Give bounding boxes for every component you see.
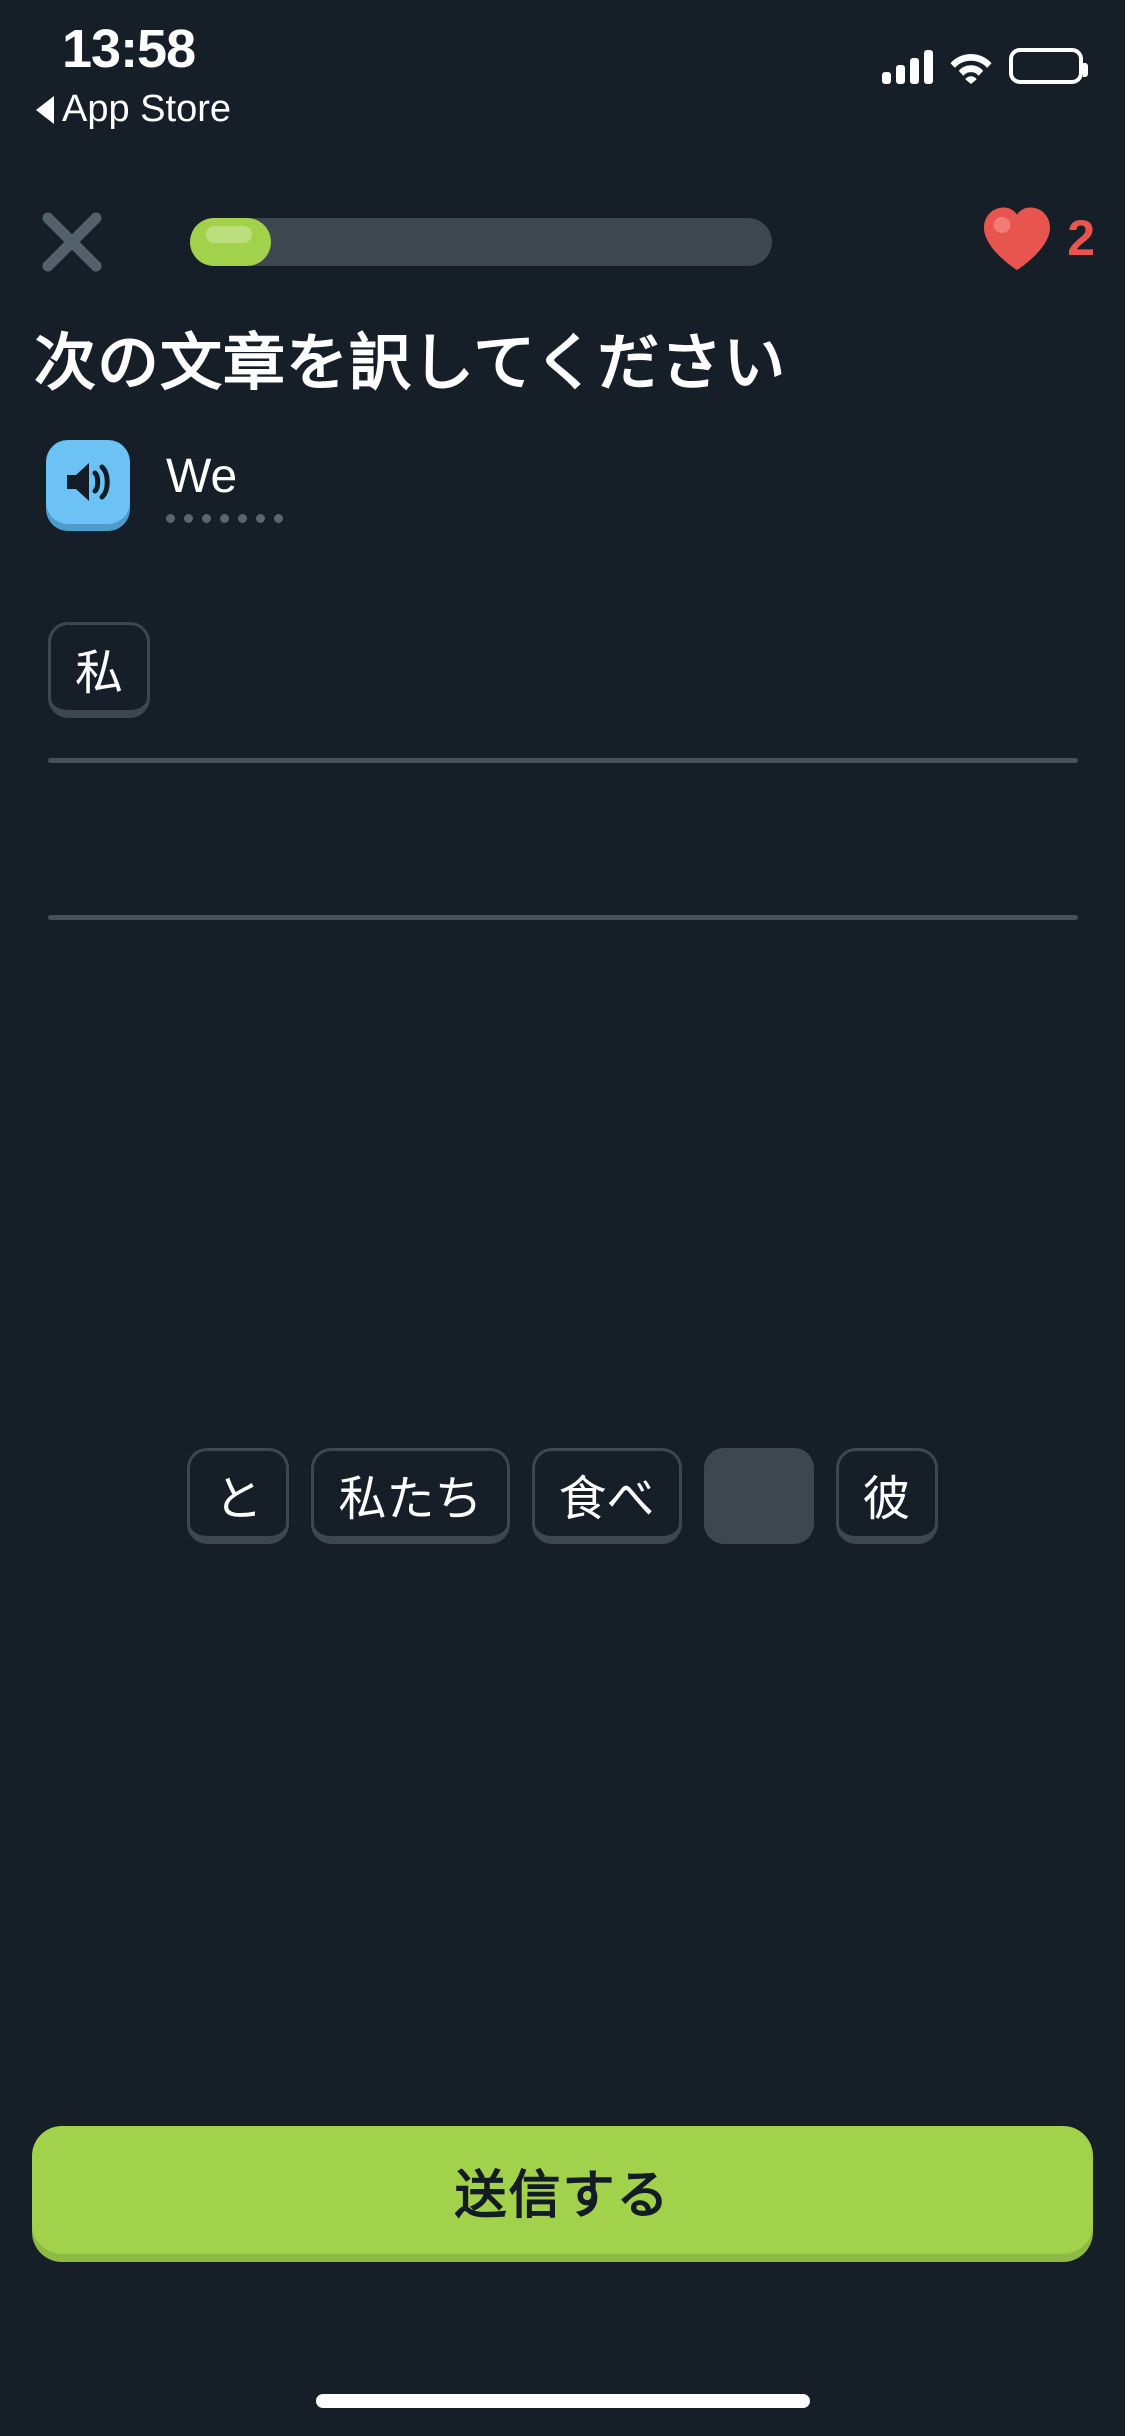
word-bank: と私たち 食べ 彼 (0, 1448, 1125, 1544)
answer-tile[interactable]: 私 (48, 622, 151, 718)
heart-icon (981, 204, 1053, 272)
home-indicator[interactable] (315, 2394, 810, 2408)
triangle-left-icon (36, 95, 54, 124)
word-bank-tile-used (703, 1448, 814, 1544)
hearts-counter[interactable]: 2 (981, 204, 1095, 272)
source-text-hint-underline (166, 514, 283, 524)
hint-dot (238, 514, 247, 524)
hint-dot (256, 514, 265, 524)
close-button[interactable] (26, 196, 118, 288)
status-bar-clock: 13:58 (62, 19, 196, 79)
speaker-volume-icon[interactable] (46, 440, 130, 524)
hint-dot (274, 514, 283, 524)
submit-button[interactable]: 送信する (32, 2126, 1093, 2254)
hint-dot (220, 514, 229, 524)
source-text[interactable]: We (166, 451, 283, 502)
hint-dot (202, 514, 211, 524)
lesson-progress-fill (190, 218, 272, 266)
word-bank-tile[interactable]: 彼 (835, 1448, 938, 1544)
battery-full-icon (1009, 48, 1088, 84)
hint-dot (166, 514, 175, 524)
back-to-app-store-link[interactable]: App Store (36, 88, 231, 131)
page-title: 次の文章を訳してください (34, 326, 787, 399)
answer-line (48, 758, 1078, 763)
heart-count-label: 2 (1067, 210, 1095, 266)
word-bank-tile[interactable]: 食べ (531, 1448, 682, 1544)
source-sentence-row: We (46, 440, 283, 524)
status-bar: 13:58 App Store (0, 0, 1125, 180)
back-label: App Store (62, 88, 231, 130)
status-bar-indicators (882, 38, 1088, 84)
exercise-header: 2 (0, 196, 1125, 288)
word-bank-tile[interactable]: と (187, 1448, 290, 1544)
cellular-signal-icon (882, 50, 933, 84)
hint-dot (184, 514, 193, 524)
wifi-icon (949, 50, 993, 84)
source-text-wrap: We (166, 440, 283, 524)
word-bank-tile[interactable]: 私たち (311, 1448, 510, 1544)
lesson-progress-bar (190, 218, 772, 266)
answer-line (48, 915, 1078, 920)
